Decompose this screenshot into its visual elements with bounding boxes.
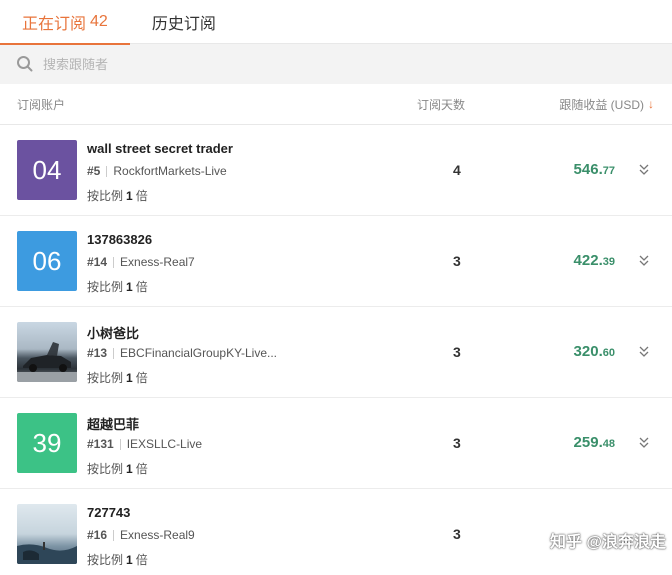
ratio-prefix: 按比例 [87, 189, 124, 203]
search-input[interactable] [43, 56, 443, 72]
tab-history-subscriptions[interactable]: 历史订阅 [130, 0, 238, 44]
ratio-suffix: 倍 [135, 189, 148, 203]
subscription-list: 04 wall street secret trader #5 Rockfort… [0, 125, 672, 575]
subscription-tabs: 正在订阅 42 历史订阅 [0, 0, 672, 45]
trader-name: 超越巴菲 [87, 417, 140, 432]
profit-decimal: 60 [602, 347, 615, 359]
trader-name: 小树爸比 [87, 326, 140, 341]
ratio-suffix: 倍 [135, 280, 148, 294]
copy-ratio: 按比例 1 倍 [87, 187, 148, 204]
tab-count: 42 [90, 13, 108, 30]
avatar: 04 [17, 140, 77, 200]
watermark: 知乎 @浪奔浪走 [549, 534, 666, 551]
ratio-value: 1 [126, 189, 133, 203]
table-header: 订阅账户 订阅天数 跟随收益 (USD) ↓ [0, 84, 672, 125]
header-account: 订阅账户 [17, 97, 66, 112]
avatar-text: 06 [32, 245, 62, 276]
ratio-value: 1 [126, 280, 133, 294]
table-row[interactable]: 04 wall street secret trader #5 Rockfort… [0, 125, 672, 216]
search-bar [0, 44, 672, 84]
trader-name: 137863826 [87, 232, 153, 247]
ratio-prefix: 按比例 [87, 553, 124, 567]
ratio-suffix: 倍 [135, 371, 148, 385]
trader-meta: #5 RockfortMarkets-Live [87, 164, 227, 178]
profit-integer: 422. [573, 252, 603, 269]
trader-name: wall street secret trader [87, 141, 233, 156]
header-days: 订阅天数 [417, 97, 466, 112]
header-profit-sort[interactable]: 跟随收益 (USD) ↓ [559, 96, 654, 113]
profit-decimal: 77 [602, 165, 615, 177]
broker-server: RockfortMarkets-Live [113, 164, 227, 178]
follow-profit: 546.77 [574, 161, 615, 178]
ratio-suffix: 倍 [135, 553, 148, 567]
chevron-double-down-icon[interactable] [638, 345, 650, 359]
follow-profit: 422.39 [574, 252, 615, 269]
subscription-days: 3 [453, 435, 461, 451]
follow-profit: 320.60 [574, 343, 615, 360]
subscription-days: 4 [453, 162, 461, 178]
profit-integer: 546. [573, 161, 603, 178]
profit-integer: 259. [573, 434, 603, 451]
trader-meta: #16 Exness-Real9 [87, 528, 195, 542]
subscription-days: 3 [453, 344, 461, 360]
tab-label: 历史订阅 [151, 16, 216, 33]
profit-decimal: 39 [602, 256, 615, 268]
ratio-prefix: 按比例 [87, 371, 124, 385]
ratio-prefix: 按比例 [87, 280, 124, 294]
divider [113, 256, 115, 268]
table-row[interactable]: 小树爸比 #13 EBCFinancialGroupKY-Live... 按比例… [0, 307, 672, 398]
tab-active-subscriptions[interactable]: 正在订阅 42 [0, 0, 130, 45]
copy-ratio: 按比例 1 倍 [87, 551, 148, 568]
broker-server: Exness-Real7 [120, 255, 195, 269]
sort-arrow-down-icon: ↓ [648, 97, 654, 111]
avatar-text: 39 [32, 427, 62, 458]
divider [113, 347, 115, 359]
avatar-text: 04 [32, 154, 62, 185]
avatar [17, 322, 77, 382]
trader-rank: #131 [87, 437, 114, 451]
avatar: 06 [17, 231, 77, 291]
avatar: 39 [17, 413, 77, 473]
copy-ratio: 按比例 1 倍 [87, 278, 148, 295]
follow-profit: 259.48 [574, 434, 615, 451]
broker-server: Exness-Real9 [120, 528, 195, 542]
ratio-value: 1 [126, 553, 133, 567]
ratio-value: 1 [126, 371, 133, 385]
header-profit-label: 跟随收益 (USD) [559, 97, 644, 112]
search-icon [17, 56, 33, 72]
trader-rank: #5 [87, 164, 101, 178]
copy-ratio: 按比例 1 倍 [87, 369, 148, 386]
divider [113, 529, 115, 541]
avatar [17, 504, 77, 564]
trader-rank: #13 [87, 346, 108, 360]
chevron-double-down-icon[interactable] [638, 163, 650, 177]
chevron-double-down-icon[interactable] [638, 436, 650, 450]
trader-rank: #16 [87, 528, 108, 542]
subscription-days: 3 [453, 253, 461, 269]
profit-integer: 320. [573, 343, 603, 360]
trader-meta: #14 Exness-Real7 [87, 255, 195, 269]
trader-name: 727743 [87, 505, 131, 520]
divider [119, 438, 121, 450]
trader-rank: #14 [87, 255, 108, 269]
sea-photo-icon [17, 542, 77, 564]
table-row[interactable]: 39 超越巴菲 #131 IEXSLLC-Live 按比例 1 倍 3 259.48 [0, 398, 672, 489]
ratio-value: 1 [126, 462, 133, 476]
chevron-double-down-icon[interactable] [638, 254, 650, 268]
profit-decimal: 48 [602, 438, 615, 450]
broker-server: IEXSLLC-Live [126, 437, 203, 451]
car-photo-icon [17, 342, 77, 382]
broker-server: EBCFinancialGroupKY-Live... [120, 346, 277, 360]
copy-ratio: 按比例 1 倍 [87, 460, 148, 477]
ratio-prefix: 按比例 [87, 462, 124, 476]
subscription-days: 3 [453, 526, 461, 542]
divider [106, 165, 108, 177]
trader-meta: #13 EBCFinancialGroupKY-Live... [87, 346, 277, 360]
table-row[interactable]: 06 137863826 #14 Exness-Real7 按比例 1 倍 3 42… [0, 216, 672, 307]
tab-label: 正在订阅 [22, 16, 87, 33]
trader-meta: #131 IEXSLLC-Live [87, 437, 202, 451]
ratio-suffix: 倍 [135, 462, 148, 476]
